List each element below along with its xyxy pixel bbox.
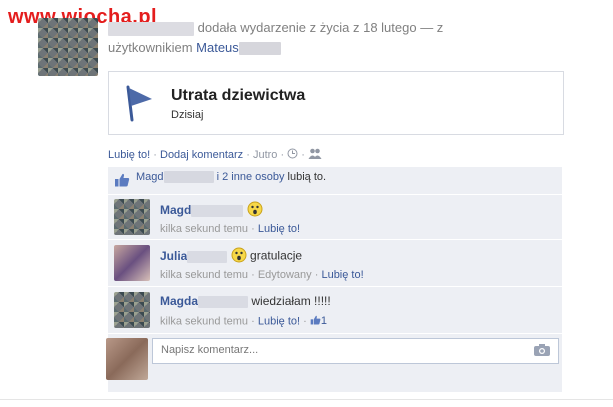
commenter-name[interactable]: Magda [160,294,249,308]
comment-text: gratulacje [250,248,303,263]
life-event-card[interactable]: Utrata dziewictwa Dzisiaj [108,71,564,135]
poster-avatar[interactable] [38,18,98,76]
comment-input[interactable]: Napisz komentarz... [152,338,559,364]
comment-item: Julia gratulacje kilka sekund temu · Edy… [108,239,562,286]
commenter-avatar[interactable] [114,292,150,328]
poster-name-redacted[interactable] [108,21,194,36]
tagged-user-link[interactable]: Mateus [196,40,281,56]
others-who-liked-link[interactable]: i 2 inne osoby [217,171,285,183]
comment-like-link[interactable]: Lubię to! [321,269,363,281]
commenter-name[interactable]: Magd [160,203,244,217]
divider [0,399,613,400]
comment-like-link[interactable]: Lubię to! [258,315,300,327]
event-date: Dzisiaj [171,109,204,121]
comment-item: Magda wiedziałam !!!!! kilka sekund temu… [108,286,562,333]
clock-icon [287,148,298,162]
post-time[interactable]: Jutro [253,149,277,161]
comment-time[interactable]: kilka sekund temu [160,223,248,235]
likes-summary: Magd i 2 inne osoby lubią to. [108,167,562,193]
like-link[interactable]: Lubię to! [108,149,150,161]
likes-suffix: lubią to. [287,171,327,183]
comment-item: Magd kilka sekund temu · Lubię to! [108,194,562,239]
event-title[interactable]: Utrata dziewictwa [171,87,305,105]
edited-label[interactable]: Edytowany [258,269,312,281]
shocked-emoticon-icon [247,201,263,220]
thumbs-up-icon [310,315,321,328]
shocked-emoticon-icon [231,247,247,266]
audience-friends-icon[interactable] [308,148,322,162]
commenter-avatar[interactable] [114,245,150,281]
thumbs-up-icon [114,173,130,190]
current-user-avatar [106,338,148,380]
story-with-text: użytkownikiem [108,40,193,55]
story-header: dodała wydarzenie z życia z 18 lutego — … [108,18,608,58]
add-comment-link[interactable]: Dodaj komentarz [160,149,243,161]
commenter-name[interactable]: Julia [160,249,228,263]
commenter-avatar[interactable] [114,199,150,235]
post-actions: Lubię to! · Dodaj komentarz · Jutro · · [108,148,322,162]
comment-like-link[interactable]: Lubię to! [258,223,300,235]
comment-time[interactable]: kilka sekund temu [160,315,248,327]
comment-like-count[interactable]: 1 [310,315,327,327]
camera-icon[interactable] [533,343,551,360]
comment-time[interactable]: kilka sekund temu [160,269,248,281]
flag-icon [123,84,155,125]
liker-name-link[interactable]: Magd [136,171,214,184]
story-action-text: dodała wydarzenie z życia z 18 lutego — … [197,20,444,35]
comment-text: wiedziałam !!!!! [251,294,331,308]
